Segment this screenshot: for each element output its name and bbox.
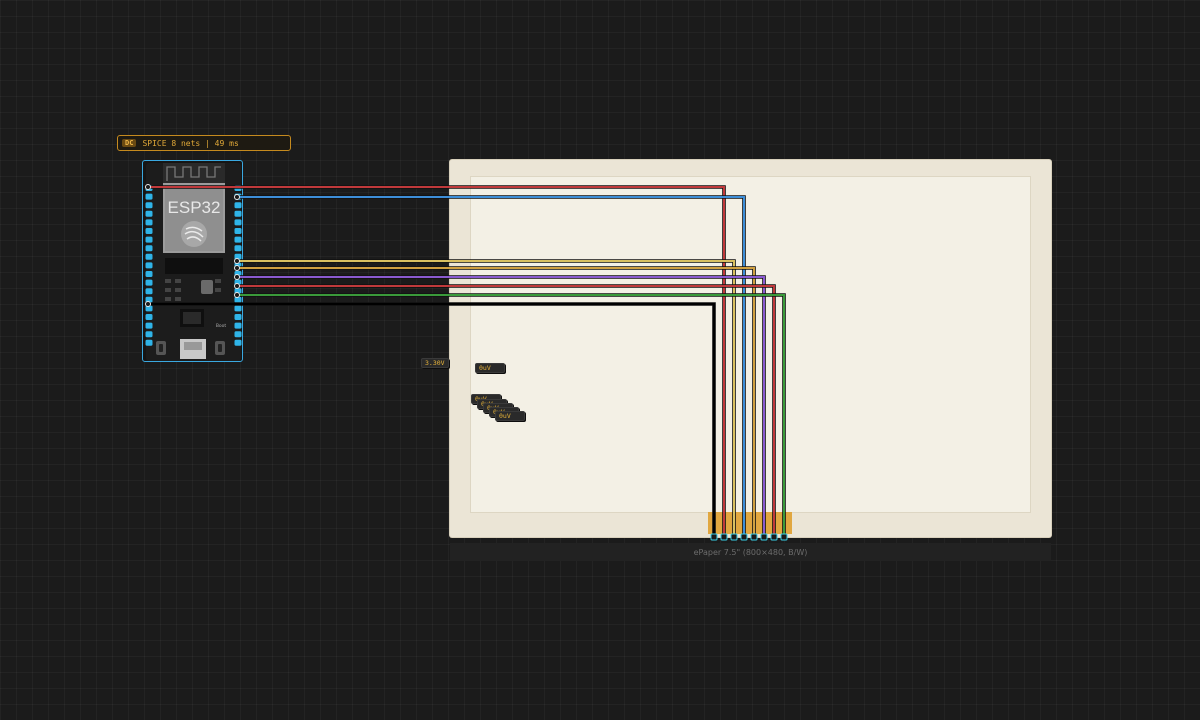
probe-label[interactable]: 0uV <box>475 363 505 373</box>
wire-endpoint <box>234 292 240 298</box>
connector-pin <box>780 533 788 541</box>
connector-pin <box>720 533 728 541</box>
connector-pin <box>750 533 758 541</box>
epaper-connector[interactable] <box>708 512 792 534</box>
wire-endpoint <box>234 258 240 264</box>
connector-pin <box>770 533 778 541</box>
connector-pin <box>740 533 748 541</box>
wire-endpoint <box>145 301 151 307</box>
wire-endpoint <box>234 194 240 200</box>
probe-label[interactable]: 0uV <box>495 411 525 421</box>
wires-layer <box>145 184 792 541</box>
wire-endpoint <box>234 283 240 289</box>
probe-label[interactable]: 3.30V <box>421 358 449 368</box>
connector-pin <box>760 533 768 541</box>
wire-endpoint <box>234 274 240 280</box>
connector-pin <box>710 533 718 541</box>
wire-endpoint <box>234 265 240 271</box>
connector-pin <box>730 533 738 541</box>
wire-endpoint <box>145 184 151 190</box>
wire-outline <box>148 302 716 537</box>
wire <box>148 303 715 537</box>
